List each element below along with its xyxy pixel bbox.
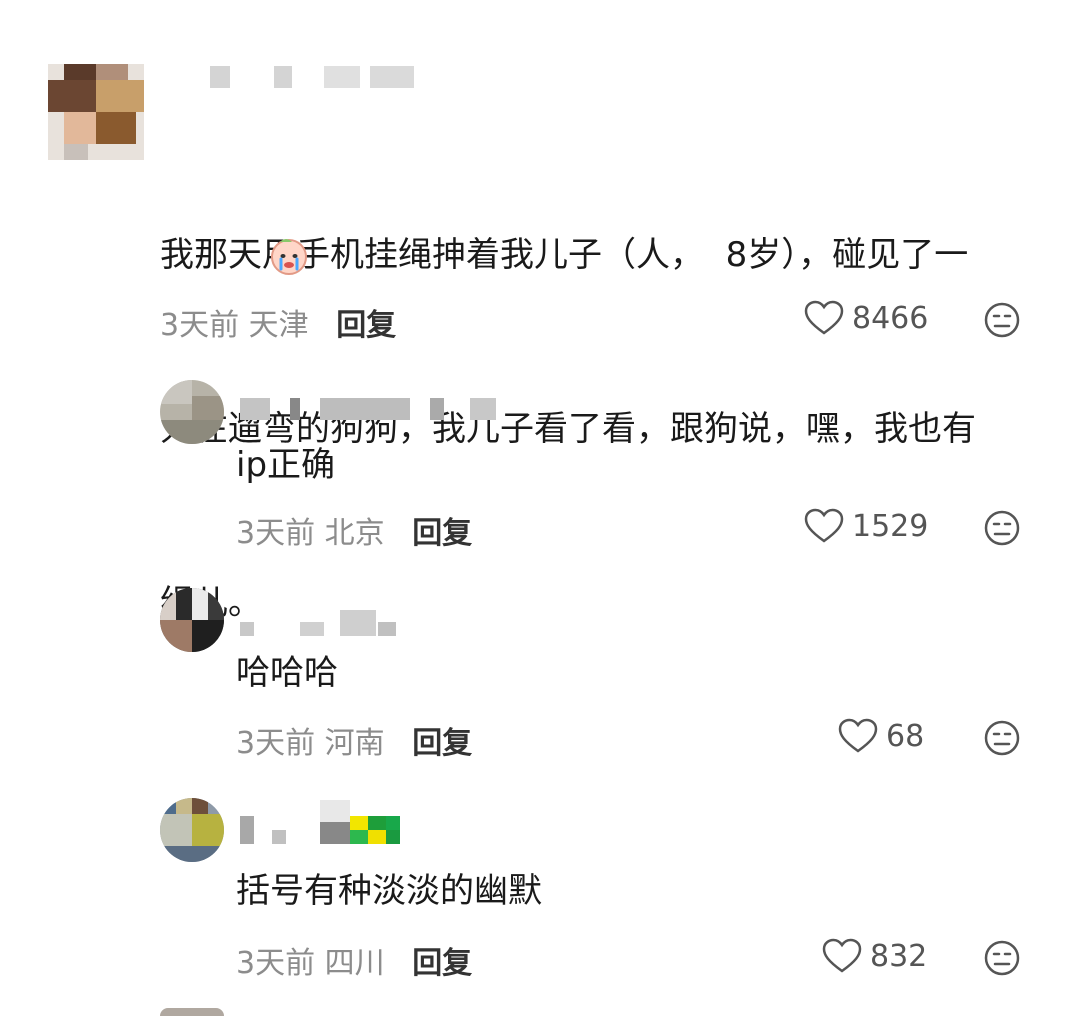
like-button[interactable]: 8466 [804,300,928,336]
heart-outline-icon [822,938,862,973]
reply-button[interactable]: 回复 [412,946,472,981]
timestamp: 3天前 [236,946,316,981]
meh-face-icon[interactable] [984,510,1020,546]
username[interactable] [240,610,400,638]
location: 河南 [324,726,385,761]
meh-face-icon[interactable] [984,302,1020,338]
like-button[interactable]: 1529 [804,508,928,544]
meh-face-icon[interactable] [984,940,1020,976]
comment-text: 括号有种淡淡的幽默 [236,871,542,911]
reply-button[interactable]: 回复 [412,516,472,551]
like-count: 68 [886,718,925,754]
username[interactable] [240,398,500,426]
avatar[interactable] [160,1008,224,1016]
reply-button[interactable]: 回复 [336,308,396,343]
like-count: 832 [870,938,928,974]
avatar[interactable] [160,588,224,652]
like-count: 8466 [852,300,929,336]
timestamp: 3天前 [160,308,240,343]
avatar[interactable] [48,64,144,160]
heart-outline-icon [804,508,844,543]
comment-text: ip正确 [236,445,336,485]
like-button[interactable]: 68 [838,718,924,754]
comment-meta: 3天前 北京 回复 [236,508,472,552]
meh-face-icon[interactable] [984,720,1020,756]
heart-outline-icon [804,300,844,335]
location: 天津 [248,308,309,343]
username[interactable] [240,800,410,850]
location: 北京 [324,516,385,551]
avatar[interactable] [160,380,224,444]
username[interactable] [190,66,420,94]
like-count: 1529 [852,508,929,544]
comment-meta: 3天前 四川 回复 [236,938,472,982]
location: 四川 [324,946,385,981]
reply-button[interactable]: 回复 [412,726,472,761]
like-button[interactable]: 832 [822,938,927,974]
heart-outline-icon [838,718,878,753]
timestamp: 3天前 [236,516,316,551]
avatar[interactable] [160,798,224,862]
timestamp: 3天前 [236,726,316,761]
comment-meta: 3天前 河南 回复 [236,718,472,762]
comment-meta: 3天前 天津 回复 [160,300,396,344]
comment-text: 哈哈哈 [236,653,338,693]
crying-face-sticker [271,239,307,275]
